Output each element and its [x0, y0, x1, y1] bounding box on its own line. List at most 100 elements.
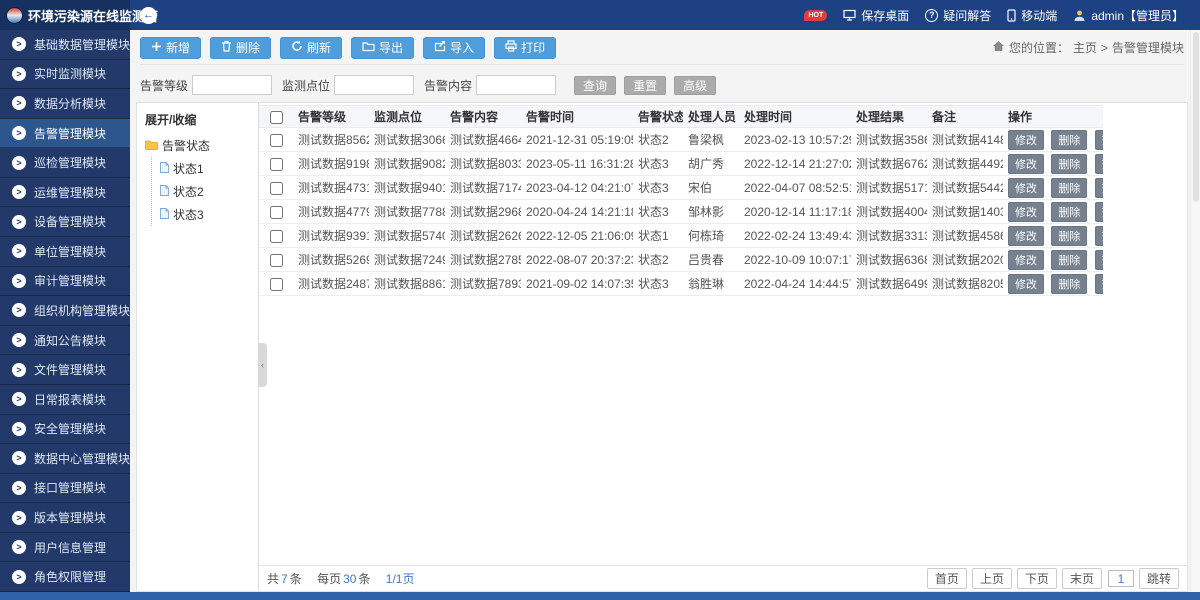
- arrow-circle-icon: >: [12, 96, 26, 110]
- mobile-button[interactable]: 移动端: [1007, 7, 1057, 24]
- sidebar-item[interactable]: > 数据分析模块: [0, 89, 130, 119]
- row-delete-button[interactable]: 删除: [1051, 154, 1087, 174]
- select-all-checkbox[interactable]: [270, 111, 283, 124]
- sidebar-item[interactable]: > 实时监测模块: [0, 60, 130, 90]
- cell-alarm-content: 测试数据7893: [445, 272, 521, 296]
- prev-page-button[interactable]: 上页: [972, 568, 1012, 589]
- sidebar-item[interactable]: > 版本管理模块: [0, 503, 130, 533]
- sidebar-item-label: 接口管理模块: [34, 479, 106, 496]
- row-edit-button[interactable]: 修改: [1008, 250, 1044, 270]
- tree-status-node[interactable]: 状态2: [152, 180, 254, 203]
- row-view-button[interactable]: 查看: [1095, 250, 1103, 270]
- alarm-content-input[interactable]: [476, 75, 556, 95]
- sidebar-item-label: 告警管理模块: [34, 125, 106, 142]
- app-title: 环境污染源在线监测管: [28, 6, 158, 25]
- row-view-button[interactable]: 查看: [1095, 202, 1103, 222]
- cell-alarm-time: 2021-09-02 14:07:35: [521, 272, 633, 296]
- page-jump-input[interactable]: [1108, 570, 1134, 587]
- advanced-button[interactable]: 高级: [674, 76, 716, 95]
- row-checkbox[interactable]: [270, 158, 283, 171]
- next-page-button[interactable]: 下页: [1017, 568, 1057, 589]
- row-view-button[interactable]: 查看: [1095, 130, 1103, 150]
- sidebar-item[interactable]: > 审计管理模块: [0, 267, 130, 297]
- sidebar-item[interactable]: > 数据中心管理模块: [0, 444, 130, 474]
- user-menu[interactable]: admin【管理员】: [1073, 7, 1184, 24]
- row-edit-button[interactable]: 修改: [1008, 274, 1044, 294]
- back-icon[interactable]: ←: [140, 7, 157, 24]
- export-button[interactable]: 导出: [351, 37, 414, 59]
- sidebar-item[interactable]: > 组织机构管理模块: [0, 296, 130, 326]
- row-edit-button[interactable]: 修改: [1008, 226, 1044, 246]
- sidebar-item[interactable]: > 日常报表模块: [0, 385, 130, 415]
- row-delete-button[interactable]: 删除: [1051, 226, 1087, 246]
- sidebar-item[interactable]: > 设备管理模块: [0, 207, 130, 237]
- sidebar-item[interactable]: > 巡检管理模块: [0, 148, 130, 178]
- scrollbar-thumb[interactable]: [1193, 32, 1199, 202]
- row-delete-button[interactable]: 删除: [1051, 250, 1087, 270]
- row-edit-button[interactable]: 修改: [1008, 202, 1044, 222]
- first-page-button[interactable]: 首页: [927, 568, 967, 589]
- row-view-button[interactable]: 查看: [1095, 178, 1103, 198]
- scrollbar-track[interactable]: [1190, 30, 1200, 592]
- row-delete-button[interactable]: 删除: [1051, 178, 1087, 198]
- add-button[interactable]: 新增: [140, 37, 201, 59]
- sidebar-item-label: 设备管理模块: [34, 213, 106, 230]
- sidebar-item[interactable]: > 安全管理模块: [0, 415, 130, 445]
- breadcrumb-home[interactable]: 主页: [1073, 39, 1097, 56]
- save-desktop-button[interactable]: 保存桌面: [843, 7, 909, 24]
- print-button[interactable]: 打印: [494, 37, 556, 59]
- query-button[interactable]: 查询: [574, 76, 616, 95]
- row-view-button[interactable]: 查看: [1095, 274, 1103, 294]
- row-checkbox[interactable]: [270, 230, 283, 243]
- tree-expand-collapse-toggle[interactable]: 展开/收缩: [141, 109, 254, 134]
- row-view-button[interactable]: 查看: [1095, 154, 1103, 174]
- cell-remark: 测试数据5442: [927, 176, 1003, 200]
- cell-handle-result: 测试数据3586: [851, 128, 927, 152]
- tree-collapse-handle[interactable]: ‹: [258, 343, 267, 387]
- sidebar-item[interactable]: > 用户信息管理: [0, 533, 130, 563]
- breadcrumb: 您的位置： 主页 > 告警管理模块: [992, 39, 1184, 56]
- sidebar-item[interactable]: > 基础数据管理模块: [0, 30, 130, 60]
- sidebar-item[interactable]: > 接口管理模块: [0, 474, 130, 504]
- monitor-point-label: 监测点位: [282, 77, 330, 94]
- table-header-row: 告警等级 监测点位 告警内容 告警时间 告警状态 处理人员: [259, 106, 1103, 128]
- row-delete-button[interactable]: 删除: [1051, 130, 1087, 150]
- cell-alarm-time: 2020-04-24 14:21:18: [521, 200, 633, 224]
- row-delete-button[interactable]: 删除: [1051, 202, 1087, 222]
- row-edit-button[interactable]: 修改: [1008, 130, 1044, 150]
- sidebar-item[interactable]: > 运维管理模块: [0, 178, 130, 208]
- page-jump-button[interactable]: 跳转: [1139, 568, 1179, 589]
- tree-root-node[interactable]: 告警状态: [141, 134, 254, 157]
- tree-status-node[interactable]: 状态1: [152, 157, 254, 180]
- row-checkbox[interactable]: [270, 182, 283, 195]
- sidebar-item[interactable]: > 通知公告模块: [0, 326, 130, 356]
- reset-button[interactable]: 重置: [624, 76, 666, 95]
- refresh-button[interactable]: 刷新: [280, 37, 342, 59]
- alarm-level-input[interactable]: [192, 75, 272, 95]
- row-delete-button[interactable]: 删除: [1051, 274, 1087, 294]
- sidebar-item-label: 审计管理模块: [34, 272, 106, 289]
- row-edit-button[interactable]: 修改: [1008, 178, 1044, 198]
- sidebar-item-label: 数据中心管理模块: [34, 450, 130, 467]
- column-header: 备注: [927, 106, 1003, 128]
- row-view-button[interactable]: 查看: [1095, 226, 1103, 246]
- row-checkbox[interactable]: [270, 206, 283, 219]
- qa-button[interactable]: ? 疑问解答: [925, 7, 991, 24]
- mobile-label: 移动端: [1021, 7, 1057, 24]
- cell-handle-time: 2022-02-24 13:49:43: [739, 224, 851, 248]
- import-button[interactable]: 导入: [423, 37, 485, 59]
- cell-handler: 胡广秀: [683, 152, 739, 176]
- tree-status-node[interactable]: 状态3: [152, 203, 254, 226]
- last-page-button[interactable]: 末页: [1062, 568, 1102, 589]
- sidebar-item[interactable]: > 文件管理模块: [0, 355, 130, 385]
- row-checkbox[interactable]: [270, 278, 283, 291]
- arrow-circle-icon: >: [12, 511, 26, 525]
- sidebar-item[interactable]: > 告警管理模块: [0, 119, 130, 149]
- delete-button[interactable]: 删除: [210, 37, 271, 59]
- row-checkbox[interactable]: [270, 134, 283, 147]
- monitor-point-input[interactable]: [334, 75, 414, 95]
- sidebar-item[interactable]: > 角色权限管理: [0, 562, 130, 592]
- row-edit-button[interactable]: 修改: [1008, 154, 1044, 174]
- sidebar-item[interactable]: > 单位管理模块: [0, 237, 130, 267]
- row-checkbox[interactable]: [270, 254, 283, 267]
